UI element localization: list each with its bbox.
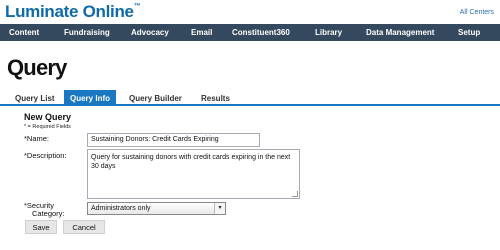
name-field[interactable]: Sustaining Donors: Credit Cards Expiring xyxy=(87,133,260,147)
resize-grip-icon[interactable] xyxy=(292,191,298,197)
logo-trademark: ™ xyxy=(133,3,141,10)
required-fields-note: * = Required Fields xyxy=(24,124,71,130)
nav-item-data-management[interactable]: Data Management xyxy=(366,28,434,37)
save-button[interactable]: Save xyxy=(25,220,57,234)
nav-item-email[interactable]: Email xyxy=(191,28,212,37)
page-title: Query xyxy=(7,55,67,80)
security-category-select[interactable]: Administrators only ▾ xyxy=(87,202,226,215)
description-text: Query for sustaining donors with credit … xyxy=(91,154,291,170)
main-nav: Content Fundraising Advocacy Email Const… xyxy=(0,24,500,41)
tab-bar: Query List Query Info Query Builder Resu… xyxy=(0,90,500,106)
nav-item-constituent360[interactable]: Constituent360 xyxy=(232,28,290,37)
form-heading: New Query xyxy=(24,112,72,122)
tab-query-info[interactable]: Query Info xyxy=(64,90,117,106)
security-category-value: Administrators only xyxy=(91,205,151,212)
name-label: *Name: xyxy=(24,134,50,143)
security-category-label-line2: Category: xyxy=(32,209,65,218)
cancel-button[interactable]: Cancel xyxy=(63,220,105,234)
nav-item-advocacy[interactable]: Advocacy xyxy=(131,28,169,37)
description-label: *Description: xyxy=(24,151,67,160)
logo-text: Luminate Online xyxy=(5,2,134,21)
all-centers-link[interactable]: All Centers xyxy=(460,9,494,16)
top-bar: Luminate Online™ All Centers xyxy=(0,0,500,24)
tab-query-builder[interactable]: Query Builder xyxy=(129,92,182,105)
tab-results[interactable]: Results xyxy=(201,92,230,105)
nav-item-setup[interactable]: Setup xyxy=(458,28,480,37)
nav-item-content[interactable]: Content xyxy=(9,28,39,37)
nav-item-fundraising[interactable]: Fundraising xyxy=(64,28,110,37)
tab-query-list[interactable]: Query List xyxy=(15,92,55,105)
luminate-logo[interactable]: Luminate Online™ xyxy=(5,2,141,22)
nav-item-library[interactable]: Library xyxy=(315,28,342,37)
description-field[interactable]: Query for sustaining donors with credit … xyxy=(87,149,300,199)
chevron-down-icon[interactable]: ▾ xyxy=(214,203,225,214)
